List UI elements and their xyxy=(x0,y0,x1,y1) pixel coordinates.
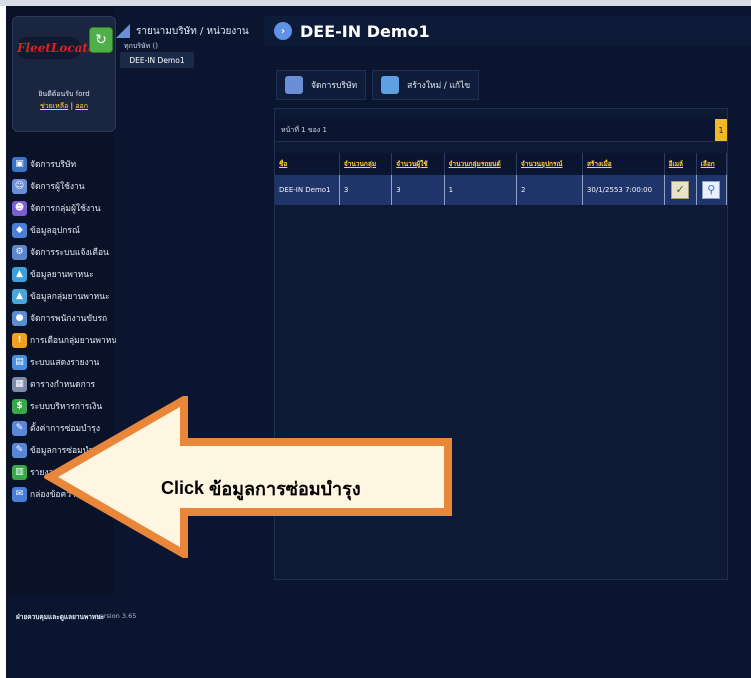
sidebar-item-group-alerts[interactable]: ! การเตือนกลุ่มยานพาหนะ xyxy=(12,329,130,351)
tree-root-label: ทุกบริษัท () xyxy=(124,42,158,50)
column-header-users[interactable]: จำนวนผู้ใช้ xyxy=(391,153,445,175)
magnifier-icon[interactable]: ⚲ xyxy=(702,181,721,199)
column-header-groups[interactable]: จำนวนกลุ่ม xyxy=(339,153,393,175)
select-cell-wrap: ⚲ xyxy=(701,179,722,201)
sidebar-item-devices[interactable]: ◆ ข้อมูลอุปกรณ์ xyxy=(12,219,130,241)
table-row[interactable]: DEE-IN Demo1 3 3 1 2 30/1/2553 7:00:00 ✓… xyxy=(275,175,728,205)
cell-name: DEE-IN Demo1 xyxy=(275,175,340,205)
fleetlocate-logo: FleetLocate xyxy=(17,37,96,59)
message-box-icon: ✉ xyxy=(12,486,27,502)
alert-settings-icon: ⚙ xyxy=(12,244,27,260)
column-header-select[interactable]: เลือก xyxy=(696,153,728,175)
page-number-button[interactable]: 1 xyxy=(715,119,727,141)
tab-create-edit[interactable]: สร้างใหม่ / แก้ไข xyxy=(372,70,480,100)
sidebar-item-drivers[interactable]: ● จัดการพนักงานขับรถ xyxy=(12,307,130,329)
user-group-icon: ☻ xyxy=(12,200,27,216)
link-separator: | xyxy=(70,102,74,110)
cell-vehicle-groups: 1 xyxy=(444,175,518,205)
sidebar-item-label: จัดการระบบแจ้งเตือน xyxy=(30,248,109,258)
brand-box: FleetLocate ↻ ยินดีต้อนรับ ford ช่วยเหลื… xyxy=(12,16,116,132)
pagination-bar: หน้าที่ 1 ของ 1 1 xyxy=(275,119,727,142)
report-icon: ▤ xyxy=(12,354,27,370)
sidebar-item-alerts[interactable]: ⚙ จัดการระบบแจ้งเตือน xyxy=(12,241,130,263)
page-indicator: หน้าที่ 1 ของ 1 xyxy=(281,126,327,134)
sidebar-item-label: ข้อมูลอุปกรณ์ xyxy=(30,226,80,236)
vehicle-group-icon: ▲ xyxy=(12,288,27,304)
column-header-vehicle-groups[interactable]: จำนวนกลุ่มรถยนต์ xyxy=(444,153,518,175)
footer-version: version 3.65 xyxy=(96,612,137,620)
title-bar: › DEE-IN Demo1 xyxy=(264,16,751,46)
tab-label: สร้างใหม่ / แก้ไข xyxy=(407,81,471,91)
sidebar-item-label: ข้อมูลยานพาหนะ xyxy=(30,270,94,280)
edit-tab-icon xyxy=(381,76,400,94)
welcome-text: ยินดีต้อนรับ ford xyxy=(38,90,90,98)
column-header-created[interactable]: สร้างเมื่อ xyxy=(582,153,665,175)
callout-click-word: Click xyxy=(161,477,205,498)
sidebar-item-label: จัดการกลุ่มผู้ใช้งาน xyxy=(30,204,101,214)
company-table: ชื่อ จำนวนกลุ่ม จำนวนผู้ใช้ จำนวนกลุ่มรถ… xyxy=(275,153,728,205)
maintenance-data-icon: ✎ xyxy=(12,442,27,458)
user-links: ช่วยเหลือ | ออก xyxy=(15,101,113,112)
finance-icon: $ xyxy=(12,398,27,414)
tab-manage-company[interactable]: จัดการบริษัท xyxy=(276,70,367,100)
company-tab-icon xyxy=(285,76,303,94)
sidebar-item-label: จัดการบริษัท xyxy=(30,160,77,170)
help-link[interactable]: ช่วยเหลือ xyxy=(40,102,68,110)
schedule-icon: ▦ xyxy=(12,376,27,392)
column-header-email[interactable]: อีเมล์ xyxy=(664,153,697,175)
refresh-icon[interactable]: ↻ xyxy=(89,27,113,53)
cell-groups: 3 xyxy=(339,175,393,205)
device-icon: ◆ xyxy=(12,222,27,238)
sidebar-item-company[interactable]: ▣ จัดการบริษัท xyxy=(12,153,130,175)
column-header-name[interactable]: ชื่อ xyxy=(275,153,340,175)
footer: ฝ่ายควบคุมและดูแลยานพาหนะ version 3.65 xyxy=(6,596,751,636)
vehicle-icon: ▲ xyxy=(12,266,27,282)
logout-link[interactable]: ออก xyxy=(75,102,88,110)
breadcrumb: รายนามบริษัท / หน่วยงาน xyxy=(116,20,249,42)
edit-cell-wrap: ✓ xyxy=(669,179,692,201)
sidebar-item-label: การเตือนกลุ่มยานพาหนะ xyxy=(30,336,122,346)
sidebar-item-label: ตารางกำหนดการ xyxy=(30,380,96,390)
footer-title: ฝ่ายควบคุมและดูแลยานพาหนะ xyxy=(16,613,105,621)
page-title: DEE-IN Demo1 xyxy=(300,21,430,41)
app-window: FleetLocate ↻ ยินดีต้อนรับ ford ช่วยเหลื… xyxy=(6,6,751,678)
sidebar-item-label: จัดการพนักงานขับรถ xyxy=(30,314,108,324)
tab-label: จัดการบริษัท xyxy=(311,81,358,91)
users-icon: ☺ xyxy=(12,178,27,194)
cell-created: 30/1/2553 7:00:00 xyxy=(582,175,665,205)
cell-devices: 2 xyxy=(516,175,583,205)
sidebar-item-user-groups[interactable]: ☻ จัดการกลุ่มผู้ใช้งาน xyxy=(12,197,130,219)
sidebar-item-vehicle-groups[interactable]: ▲ ข้อมูลกลุ่มยานพาหนะ xyxy=(12,285,130,307)
sidebar-item-users[interactable]: ☺ จัดการผู้ใช้งาน xyxy=(12,175,130,197)
callout-label: Click ข้อมูลการซ่อมบำรุง xyxy=(161,475,461,501)
edit-icon[interactable]: ✓ xyxy=(671,181,690,199)
sidebar-item-vehicles[interactable]: ▲ ข้อมูลยานพาหนะ xyxy=(12,263,130,285)
callout-target: ข้อมูลการซ่อมบำรุง xyxy=(209,478,361,499)
driver-icon: ● xyxy=(12,310,27,326)
company-icon: ▣ xyxy=(12,156,27,172)
maintenance-settings-icon: ✎ xyxy=(12,420,27,436)
sidebar-item-label: จัดการผู้ใช้งาน xyxy=(30,182,85,192)
sidebar-item-label: ระบบแสดงรายงาน xyxy=(30,358,100,368)
cell-users: 3 xyxy=(391,175,445,205)
warning-icon: ! xyxy=(12,332,27,348)
info-icon: › xyxy=(274,22,292,40)
tree-item-company[interactable]: DEE-IN Demo1 xyxy=(120,52,194,68)
breadcrumb-text: รายนามบริษัท / หน่วยงาน xyxy=(136,25,249,37)
sidebar-item-reports[interactable]: ▤ ระบบแสดงรายงาน xyxy=(12,351,130,373)
table-header-row: ชื่อ จำนวนกลุ่ม จำนวนผู้ใช้ จำนวนกลุ่มรถ… xyxy=(275,153,728,175)
device-report-icon: ▥ xyxy=(12,464,27,480)
cell-edit: ✓ xyxy=(664,175,697,205)
tab-strip: จัดการบริษัท สร้างใหม่ / แก้ไข xyxy=(276,70,485,100)
sidebar-item-label: ข้อมูลกลุ่มยานพาหนะ xyxy=(30,292,110,302)
cell-select: ⚲ xyxy=(696,175,728,205)
column-header-devices[interactable]: จำนวนอุปกรณ์ xyxy=(516,153,583,175)
sidebar-item-schedule[interactable]: ▦ ตารางกำหนดการ xyxy=(12,373,130,395)
folder-icon xyxy=(116,24,130,38)
